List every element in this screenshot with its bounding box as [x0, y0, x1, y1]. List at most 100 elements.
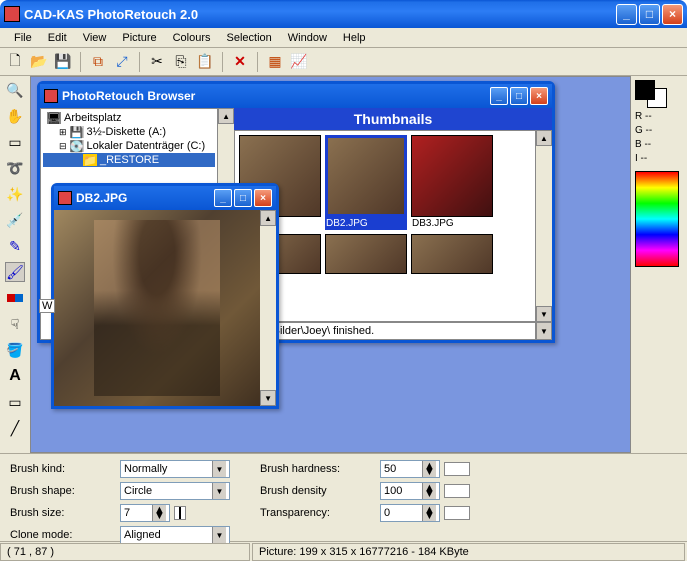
browser-window-title: PhotoRetouch Browser: [62, 89, 490, 103]
zoom-tool-icon[interactable]: 🔍: [5, 80, 25, 100]
thumbnail[interactable]: [325, 234, 407, 274]
menu-window[interactable]: Window: [280, 30, 335, 46]
tree-root[interactable]: 🖥Arbeitsplatz: [43, 111, 215, 125]
brush-density-spin[interactable]: 100▲▼: [380, 482, 440, 500]
brush-size-spin[interactable]: 7▲▼: [120, 504, 170, 522]
grid-icon[interactable]: ▦: [266, 53, 284, 71]
image-window[interactable]: DB2.JPG _ □ × ▲ ▼: [51, 183, 279, 409]
marquee-tool-icon[interactable]: ▭: [5, 132, 25, 152]
pencil-tool-icon[interactable]: ✎: [5, 236, 25, 256]
brush-hardness-spin[interactable]: 50▲▼: [380, 460, 440, 478]
clone-tool-icon[interactable]: [5, 288, 25, 308]
foreground-color-swatch[interactable]: [635, 80, 655, 100]
new-icon[interactable]: 🗋: [6, 53, 24, 71]
close-button[interactable]: ×: [662, 4, 683, 25]
thumbnail[interactable]: DB3.JPG: [411, 135, 493, 230]
menu-file[interactable]: File: [6, 30, 40, 46]
image-minimize-button[interactable]: _: [214, 189, 232, 207]
scroll-down-icon[interactable]: ▼: [536, 322, 552, 340]
path-bar: /eitere Bilder\Joey\ finished.: [234, 322, 536, 340]
scroll-down-icon[interactable]: ▼: [260, 390, 276, 406]
browser-icon[interactable]: ⧉: [89, 53, 107, 71]
brush-shape-label: Brush shape:: [10, 485, 120, 497]
i-value: I --: [635, 153, 647, 164]
text-tool-icon[interactable]: A: [5, 366, 25, 386]
thumbnails-header: Thumbnails: [234, 108, 552, 130]
color-swatches[interactable]: [635, 80, 667, 108]
brush-size-preview: [174, 506, 186, 520]
tree-floppy[interactable]: ⊞💾3½-Diskette (A:): [43, 125, 215, 139]
thumbnails-grid[interactable]: DB2.JPG DB3.JPG: [234, 130, 536, 322]
brush-density-label: Brush density: [260, 485, 380, 497]
copy-icon[interactable]: ⎘: [172, 53, 190, 71]
scroll-up-icon[interactable]: ▲: [218, 108, 234, 124]
pointer-tool-icon[interactable]: ☟: [5, 314, 25, 334]
delete-icon[interactable]: ✕: [231, 53, 249, 71]
menu-picture[interactable]: Picture: [114, 30, 164, 46]
menu-edit[interactable]: Edit: [40, 30, 75, 46]
bucket-tool-icon[interactable]: 🪣: [5, 340, 25, 360]
chart-icon[interactable]: 📈: [290, 53, 308, 71]
toolbox: 🔍 ✋ ▭ ➰ ✨ 💉 ✎ 🖌 ☟ 🪣 A ▭ ╱: [0, 76, 30, 453]
image-maximize-button[interactable]: □: [234, 189, 252, 207]
brush-hardness-label: Brush hardness:: [260, 463, 380, 475]
scan-icon[interactable]: ⤢: [113, 53, 131, 71]
chevron-down-icon: ▼: [212, 527, 226, 543]
titlebar: CAD-KAS PhotoRetouch 2.0 _ □ ×: [0, 0, 687, 28]
menu-colours[interactable]: Colours: [165, 30, 219, 46]
brush-tool-icon[interactable]: 🖌: [5, 262, 25, 282]
browser-minimize-button[interactable]: _: [490, 87, 508, 105]
browser-window-icon: [44, 89, 58, 103]
brush-hardness-bar[interactable]: [444, 462, 470, 476]
statusbar: ( 71 , 87 ) Picture: 199 x 315 x 1677721…: [0, 541, 687, 561]
line-tool-icon[interactable]: ╱: [5, 418, 25, 438]
menu-help[interactable]: Help: [335, 30, 374, 46]
image-scrollbar-v[interactable]: ▲ ▼: [260, 210, 276, 406]
brush-density-bar[interactable]: [444, 484, 470, 498]
thumbnail[interactable]: DB2.JPG: [325, 135, 407, 230]
transparency-bar[interactable]: [444, 506, 470, 520]
thumbs-scrollbar[interactable]: ▲ ▼: [536, 130, 552, 322]
app-icon: [4, 6, 20, 22]
cut-icon[interactable]: ✂: [148, 53, 166, 71]
browser-close-button[interactable]: ×: [530, 87, 548, 105]
scroll-up-icon[interactable]: ▲: [260, 210, 276, 226]
thumbnail[interactable]: [411, 234, 493, 274]
transparency-label: Transparency:: [260, 507, 380, 519]
scroll-down-icon[interactable]: ▼: [536, 306, 552, 322]
brush-kind-combo[interactable]: Normally▼: [120, 460, 230, 478]
g-value: G --: [635, 125, 652, 136]
brush-size-label: Brush size:: [10, 507, 120, 519]
workspace: PhotoRetouch Browser _ □ × 🖥Arbeitsplatz…: [30, 76, 631, 453]
image-window-title: DB2.JPG: [76, 191, 214, 205]
minimize-button[interactable]: _: [616, 4, 637, 25]
path-scroll[interactable]: ▼: [536, 322, 552, 340]
maximize-button[interactable]: □: [639, 4, 660, 25]
color-spectrum[interactable]: [635, 171, 679, 267]
paste-icon[interactable]: 📋: [196, 53, 214, 71]
toolbar: 🗋 📂 💾 ⧉ ⤢ ✂ ⎘ 📋 ✕ ▦ 📈: [0, 48, 687, 76]
menu-selection[interactable]: Selection: [219, 30, 280, 46]
lasso-tool-icon[interactable]: ➰: [5, 158, 25, 178]
transparency-spin[interactable]: 0▲▼: [380, 504, 440, 522]
tree-restore[interactable]: 📁_RESTORE: [43, 153, 215, 167]
menu-view[interactable]: View: [75, 30, 115, 46]
hand-tool-icon[interactable]: ✋: [5, 106, 25, 126]
save-icon[interactable]: 💾: [54, 53, 72, 71]
tree-disk[interactable]: ⊟💽Lokaler Datenträger (C:): [43, 139, 215, 153]
browser-maximize-button[interactable]: □: [510, 87, 528, 105]
status-picture: Picture: 199 x 315 x 16777216 - 184 KByt…: [252, 543, 685, 561]
clone-mode-combo[interactable]: Aligned▼: [120, 526, 230, 544]
clone-mode-label: Clone mode:: [10, 529, 120, 541]
eyedropper-tool-icon[interactable]: 💉: [5, 210, 25, 230]
chevron-down-icon: ▼: [212, 461, 226, 477]
open-icon[interactable]: 📂: [30, 53, 48, 71]
brush-shape-combo[interactable]: Circle▼: [120, 482, 230, 500]
image-canvas[interactable]: [54, 210, 260, 406]
wand-tool-icon[interactable]: ✨: [5, 184, 25, 204]
image-close-button[interactable]: ×: [254, 189, 272, 207]
scroll-up-icon[interactable]: ▲: [536, 130, 552, 146]
chevron-down-icon: ▼: [212, 483, 226, 499]
shape-tool-icon[interactable]: ▭: [5, 392, 25, 412]
image-window-icon: [58, 191, 72, 205]
